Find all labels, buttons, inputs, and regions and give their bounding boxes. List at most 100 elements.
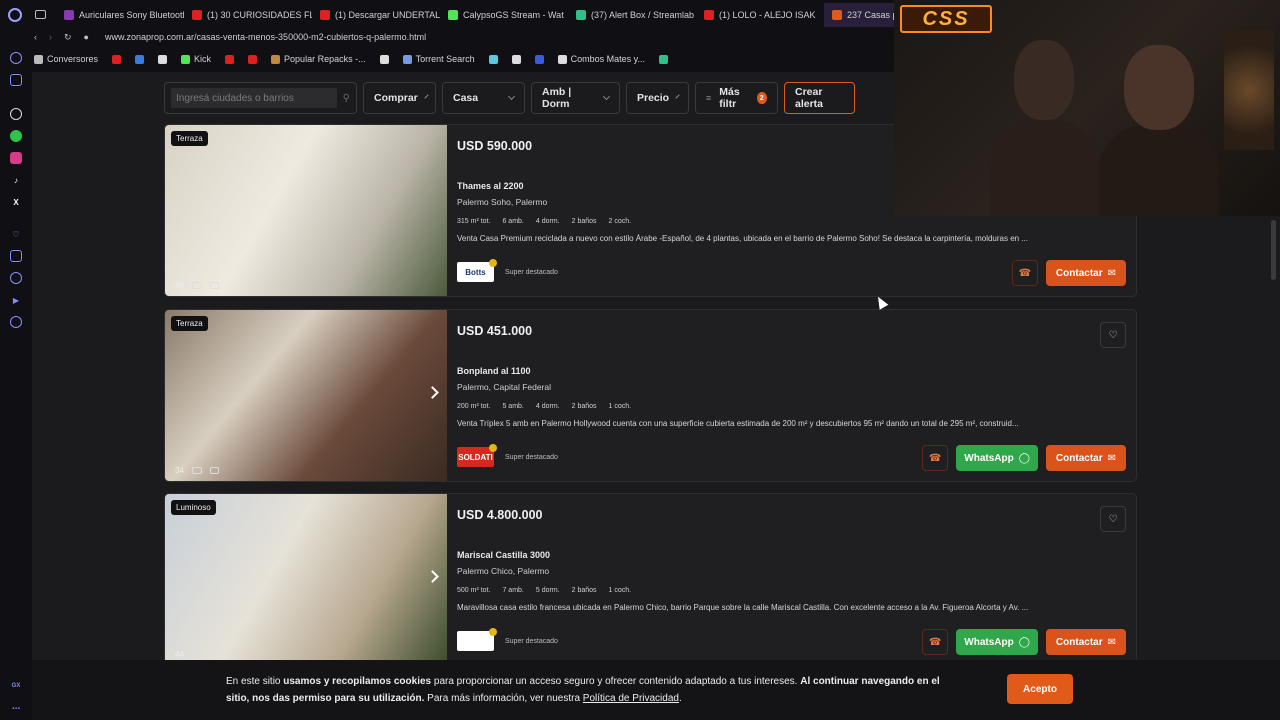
photo-count-value: 46 xyxy=(175,281,184,290)
bookmark-item[interactable] xyxy=(112,54,122,64)
listing-features: 500 m² tot. 7 amb. 5 dorm. 2 baños 1 coch. xyxy=(457,587,631,594)
photo-count: 46 xyxy=(175,281,219,290)
x-icon[interactable]: X xyxy=(10,196,22,208)
type-filter-button[interactable]: Casa xyxy=(442,82,525,114)
browser-tab[interactable]: CalypsoGS Stream - Wat xyxy=(440,3,568,27)
whatsapp-icon[interactable] xyxy=(10,130,22,142)
agency-logo[interactable] xyxy=(457,631,494,651)
accept-cookies-button[interactable]: Acepto xyxy=(1007,674,1073,704)
privacy-policy-link[interactable]: Política de Privacidad xyxy=(583,693,679,704)
create-alert-button[interactable]: Crear alerta xyxy=(784,82,855,114)
settings-icon[interactable] xyxy=(10,316,22,328)
filter-bar: ⚲ Comprar Casa Amb | Dorm Precio ≡ Más fi… xyxy=(164,82,855,114)
webcam-overlay: CSS xyxy=(894,0,1280,216)
phone-button[interactable]: ☎ xyxy=(1011,260,1038,286)
mail-icon: ✉ xyxy=(1107,267,1116,279)
agency-name: SOLDATI xyxy=(458,452,493,462)
bookmark-item[interactable]: Torrent Search xyxy=(402,54,475,64)
messenger-icon[interactable] xyxy=(10,52,22,64)
browser-sidebar: ♪ X ♡ ▶ GX ⋯ xyxy=(0,30,32,720)
bookmark-item[interactable] xyxy=(658,54,668,64)
price-filter-button[interactable]: Precio xyxy=(626,82,689,114)
bookmark-item[interactable]: Kick xyxy=(181,54,211,64)
next-photo-icon[interactable] xyxy=(426,570,439,583)
history-icon[interactable] xyxy=(10,272,22,284)
rooms-filter-button[interactable]: Amb | Dorm xyxy=(531,82,620,114)
extensions-icon[interactable] xyxy=(10,74,22,86)
reload-icon[interactable]: ↻ xyxy=(64,32,72,43)
bookmark-item[interactable]: Conversores xyxy=(34,54,98,64)
tab-favicon-icon xyxy=(448,10,458,20)
tab-label: (37) Alert Box / Streamlab xyxy=(591,10,695,20)
price-label: Precio xyxy=(637,92,670,104)
listing-feature: 1 coch. xyxy=(608,403,632,410)
favorite-button[interactable]: ♡ xyxy=(1100,506,1126,532)
highlight-badge-icon xyxy=(489,444,497,452)
forward-icon[interactable]: › xyxy=(49,32,52,42)
cookie-text-4: . xyxy=(678,693,682,704)
agency-logo[interactable]: SOLDATI xyxy=(457,447,494,467)
browser-tab[interactable]: Auriculares Sony Bluetooth xyxy=(56,3,184,27)
tiktok-icon[interactable]: ♪ xyxy=(10,174,22,186)
bookmark-item[interactable] xyxy=(534,54,544,64)
browser-tab[interactable]: (1) Descargar UNDERTALE xyxy=(312,3,440,27)
camera-icon xyxy=(191,467,202,474)
phone-button[interactable]: ☎ xyxy=(922,445,949,471)
favorite-button[interactable]: ♡ xyxy=(1100,322,1126,348)
chevron-down-icon xyxy=(675,94,680,99)
phone-button[interactable]: ☎ xyxy=(922,629,949,655)
video-icon xyxy=(209,282,219,289)
next-photo-icon[interactable] xyxy=(426,386,439,399)
search-icon[interactable]: ⚲ xyxy=(343,93,350,104)
bookmark-item[interactable] xyxy=(248,54,258,64)
bookmark-item[interactable] xyxy=(135,54,145,64)
url-text[interactable]: www.zonaprop.com.ar/casas-venta-menos-35… xyxy=(105,32,426,42)
listing-price: USD 4.800.000 xyxy=(457,508,543,522)
location-search-input[interactable] xyxy=(171,88,337,108)
listing-feature: 5 dorm. xyxy=(535,587,560,594)
instagram-icon[interactable] xyxy=(10,152,22,164)
contact-label: Contactar xyxy=(1055,267,1103,279)
more-filters-button[interactable]: ≡ Más filtr 2 xyxy=(695,82,778,114)
player-icon[interactable]: ▶ xyxy=(10,294,22,306)
agency-logo[interactable]: Botts xyxy=(457,262,494,282)
contact-button[interactable]: Contactar ✉ xyxy=(1045,629,1126,655)
browser-tab[interactable]: (37) Alert Box / Streamlab xyxy=(568,3,696,27)
listing-neighborhood: Palermo Chico, Palermo xyxy=(457,566,550,576)
contact-button[interactable]: Contactar ✉ xyxy=(1045,260,1126,286)
bookmark-label: Conversores xyxy=(47,54,99,64)
box-icon[interactable] xyxy=(10,250,22,262)
whatsapp-button[interactable]: WhatsApp ◯ xyxy=(956,629,1038,655)
listing-card[interactable]: Luminoso 44 USD 4.800.000 Mariscal Castilla… xyxy=(164,493,1137,666)
mail-icon: ✉ xyxy=(1107,636,1116,648)
browser-tab[interactable]: (1) LOLO - ALEJO ISAK xyxy=(696,3,824,27)
listing-photo[interactable]: Luminoso 44 xyxy=(165,494,447,665)
more-icon[interactable]: ⋯ xyxy=(10,702,22,714)
back-icon[interactable]: ‹ xyxy=(34,32,37,42)
bookmark-icon xyxy=(112,54,122,64)
heart-icon[interactable]: ♡ xyxy=(10,228,22,240)
bookmark-item[interactable] xyxy=(225,54,235,64)
bookmark-label: Combos Mates y... xyxy=(570,54,645,64)
bookmark-item[interactable] xyxy=(488,54,498,64)
bookmark-item[interactable] xyxy=(158,54,168,64)
whatsapp-button[interactable]: WhatsApp ◯ xyxy=(956,445,1038,471)
listing-photo[interactable]: Terraza 34 xyxy=(165,310,447,481)
video-icon xyxy=(209,467,219,474)
browser-tab[interactable]: (1) 30 CURIOSIDADES FLIP xyxy=(184,3,312,27)
listing-card[interactable]: Terraza 34 USD 451.000 Bonpland al 1100 Pale… xyxy=(164,309,1137,482)
bookmark-item[interactable]: Popular Repacks -... xyxy=(271,54,366,64)
operation-filter-button[interactable]: Comprar xyxy=(363,82,436,114)
camera-icon xyxy=(191,282,202,289)
tab-favicon-icon xyxy=(64,10,74,20)
listing-photo[interactable]: Terraza 46 xyxy=(165,125,447,296)
photo-count: 34 xyxy=(175,466,219,475)
chatgpt-icon[interactable] xyxy=(10,108,22,120)
scrollbar-thumb[interactable] xyxy=(1271,220,1276,280)
bookmark-item[interactable] xyxy=(511,54,521,64)
bookmark-item[interactable] xyxy=(379,54,389,64)
bookmark-item[interactable]: Combos Mates y... xyxy=(557,54,645,64)
contact-button[interactable]: Contactar ✉ xyxy=(1045,445,1126,471)
gx-corner-icon[interactable]: GX xyxy=(10,680,22,692)
webcam-person-left-head xyxy=(1014,40,1074,120)
